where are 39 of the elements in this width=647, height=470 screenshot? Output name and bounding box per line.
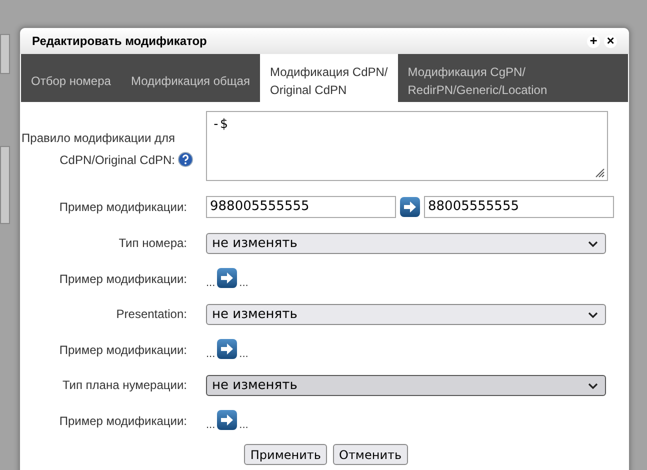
field-label: Тип номера: <box>118 236 187 250</box>
example-output-text: ... <box>239 278 248 288</box>
field-label: Presentation: <box>116 307 187 321</box>
resize-grip-icon <box>595 168 605 178</box>
field-label: Пример модификации: <box>59 343 187 357</box>
example-output-text: ... <box>239 420 248 430</box>
example-input-text: ... <box>206 278 216 288</box>
close-button[interactable]: × <box>604 34 617 48</box>
select-dropdown[interactable]: не изменять <box>206 232 606 254</box>
arrow-right-icon <box>217 339 238 359</box>
arrow-right-icon <box>217 410 238 430</box>
background-panel <box>0 34 10 74</box>
tab[interactable]: Отбор номера <box>21 54 121 102</box>
chevron-down-icon <box>588 240 598 248</box>
apply-button[interactable]: Применить <box>244 444 327 465</box>
tab[interactable]: Модификация CdPN/ Original CdPN <box>260 54 398 102</box>
field-label: Правило модификации для CdPN/Original CdPN: <box>20 130 175 169</box>
field-label: Пример модификации: <box>59 200 187 214</box>
example-output-text: ... <box>239 349 248 359</box>
cancel-button[interactable]: Отменить <box>333 444 408 465</box>
output-field[interactable]: 88005555555 <box>424 196 614 218</box>
input-field[interactable]: 988005555555 <box>206 196 396 218</box>
tab[interactable]: Модификация общая <box>120 54 260 102</box>
help-icon[interactable] <box>178 152 193 167</box>
example-input-text: ... <box>206 420 216 430</box>
tab[interactable]: Модификация CgPN/ RedirPN/Generic/Location <box>398 54 628 102</box>
field-label: Пример модификации: <box>59 272 187 286</box>
field-label: Пример модификации: <box>59 414 187 428</box>
arrow-right-icon <box>400 197 420 217</box>
dialog-title: Редактировать модификатор <box>32 33 207 50</box>
expand-button[interactable]: + <box>587 34 600 48</box>
example-input-text: ... <box>206 349 216 359</box>
chevron-down-icon <box>588 382 598 390</box>
select-dropdown[interactable]: не изменять <box>206 304 606 324</box>
chevron-down-icon <box>588 312 598 318</box>
field-label: Тип плана нумерации: <box>62 378 187 392</box>
arrow-right-icon <box>217 268 238 288</box>
select-dropdown[interactable]: не изменять <box>206 374 606 396</box>
rule-textarea[interactable]: -$ <box>206 111 608 181</box>
